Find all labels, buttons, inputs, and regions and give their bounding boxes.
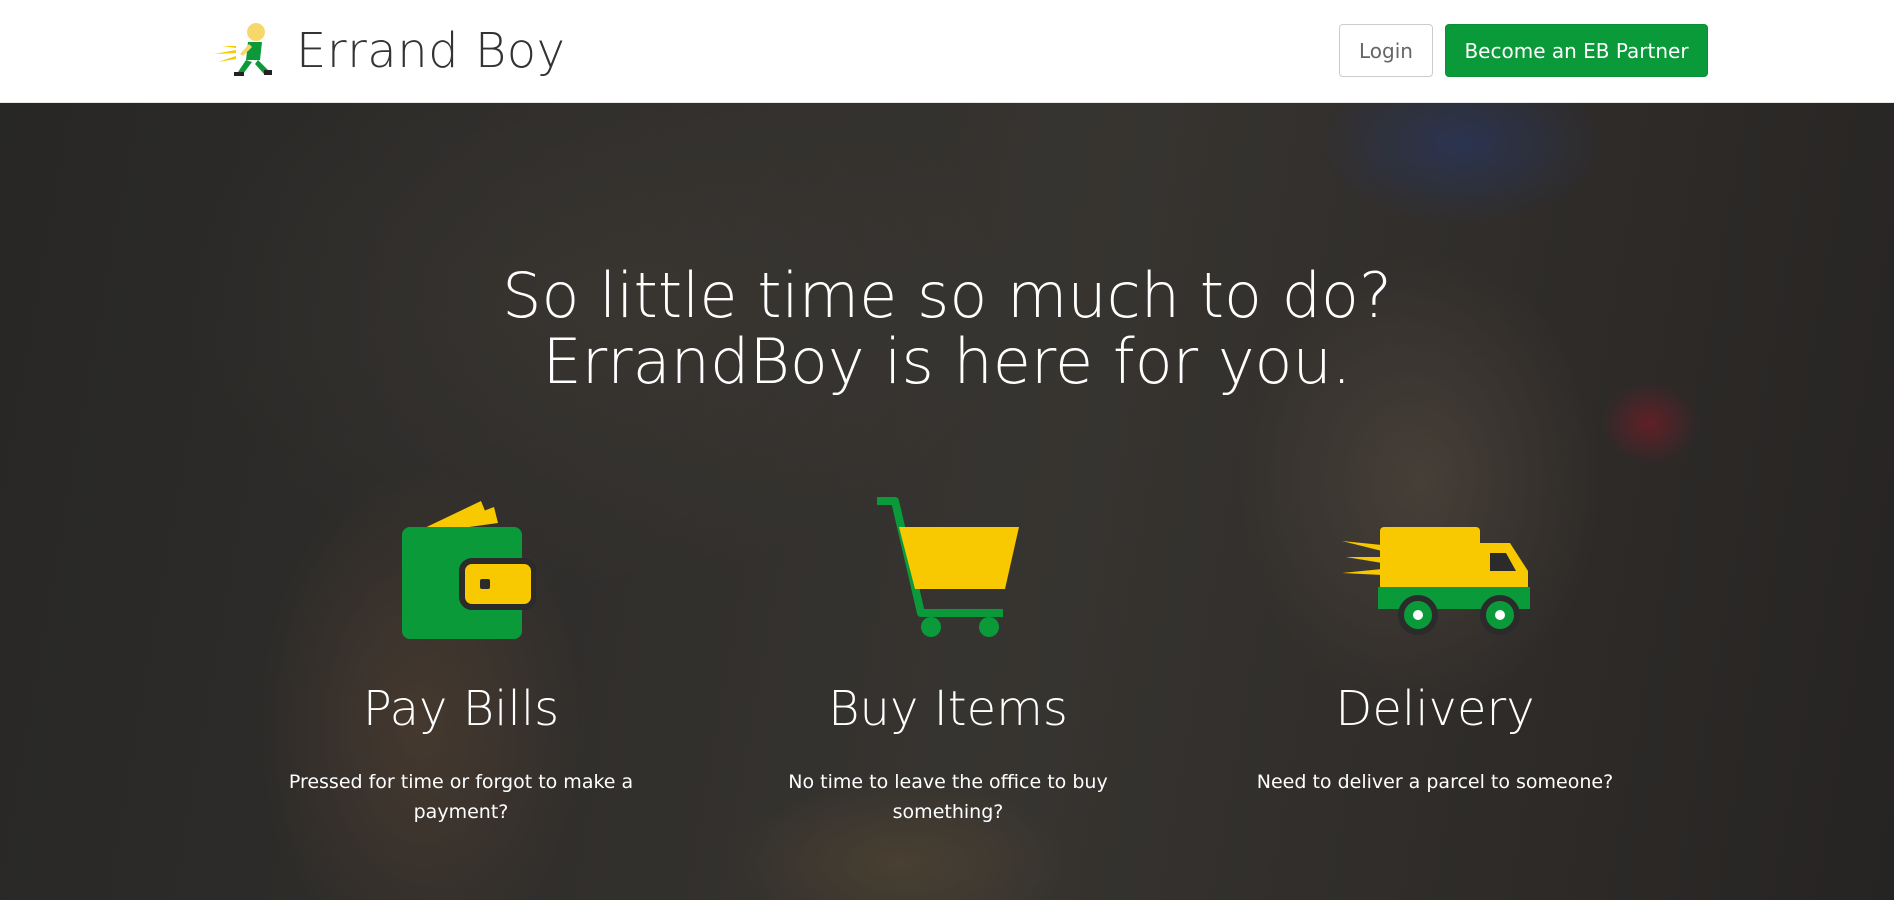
feature-description: Need to deliver a parcel to someone? [1256, 771, 1614, 793]
brand-name: Errand Boy [296, 23, 566, 79]
hero-headline: So little time so much to do? ErrandBoy … [0, 263, 1894, 395]
feature-buy-items: Buy Items No time to leave the office to… [738, 493, 1158, 823]
feature-pay-bills: Pay Bills Pressed for time or forgot to … [251, 493, 671, 823]
navbar: Errand Boy Login Become an EB Partner [0, 0, 1894, 103]
brand-link[interactable]: Errand Boy [212, 16, 566, 86]
feature-description: No time to leave the office to buy somet… [788, 771, 1108, 823]
wallet-icon [402, 501, 536, 639]
become-partner-button[interactable]: Become an EB Partner [1445, 24, 1708, 77]
errand-boy-logo-icon [214, 23, 272, 76]
feature-title: Delivery [1335, 681, 1535, 737]
feature-title: Pay Bills [362, 681, 560, 737]
hero-section: So little time so much to do? ErrandBoy … [0, 103, 1894, 900]
shopping-cart-icon [877, 497, 1019, 637]
feature-description: Pressed for time or forgot to make a pay… [288, 771, 634, 823]
feature-title: Buy Items [828, 681, 1068, 737]
login-button[interactable]: Login [1339, 24, 1433, 77]
hero-headline-line-2: ErrandBoy is here for you. [542, 325, 1352, 398]
delivery-truck-icon [1342, 527, 1530, 635]
hero-headline-line-1: So little time so much to do? [502, 259, 1392, 332]
feature-delivery: Delivery Need to deliver a parcel to som… [1225, 493, 1645, 793]
